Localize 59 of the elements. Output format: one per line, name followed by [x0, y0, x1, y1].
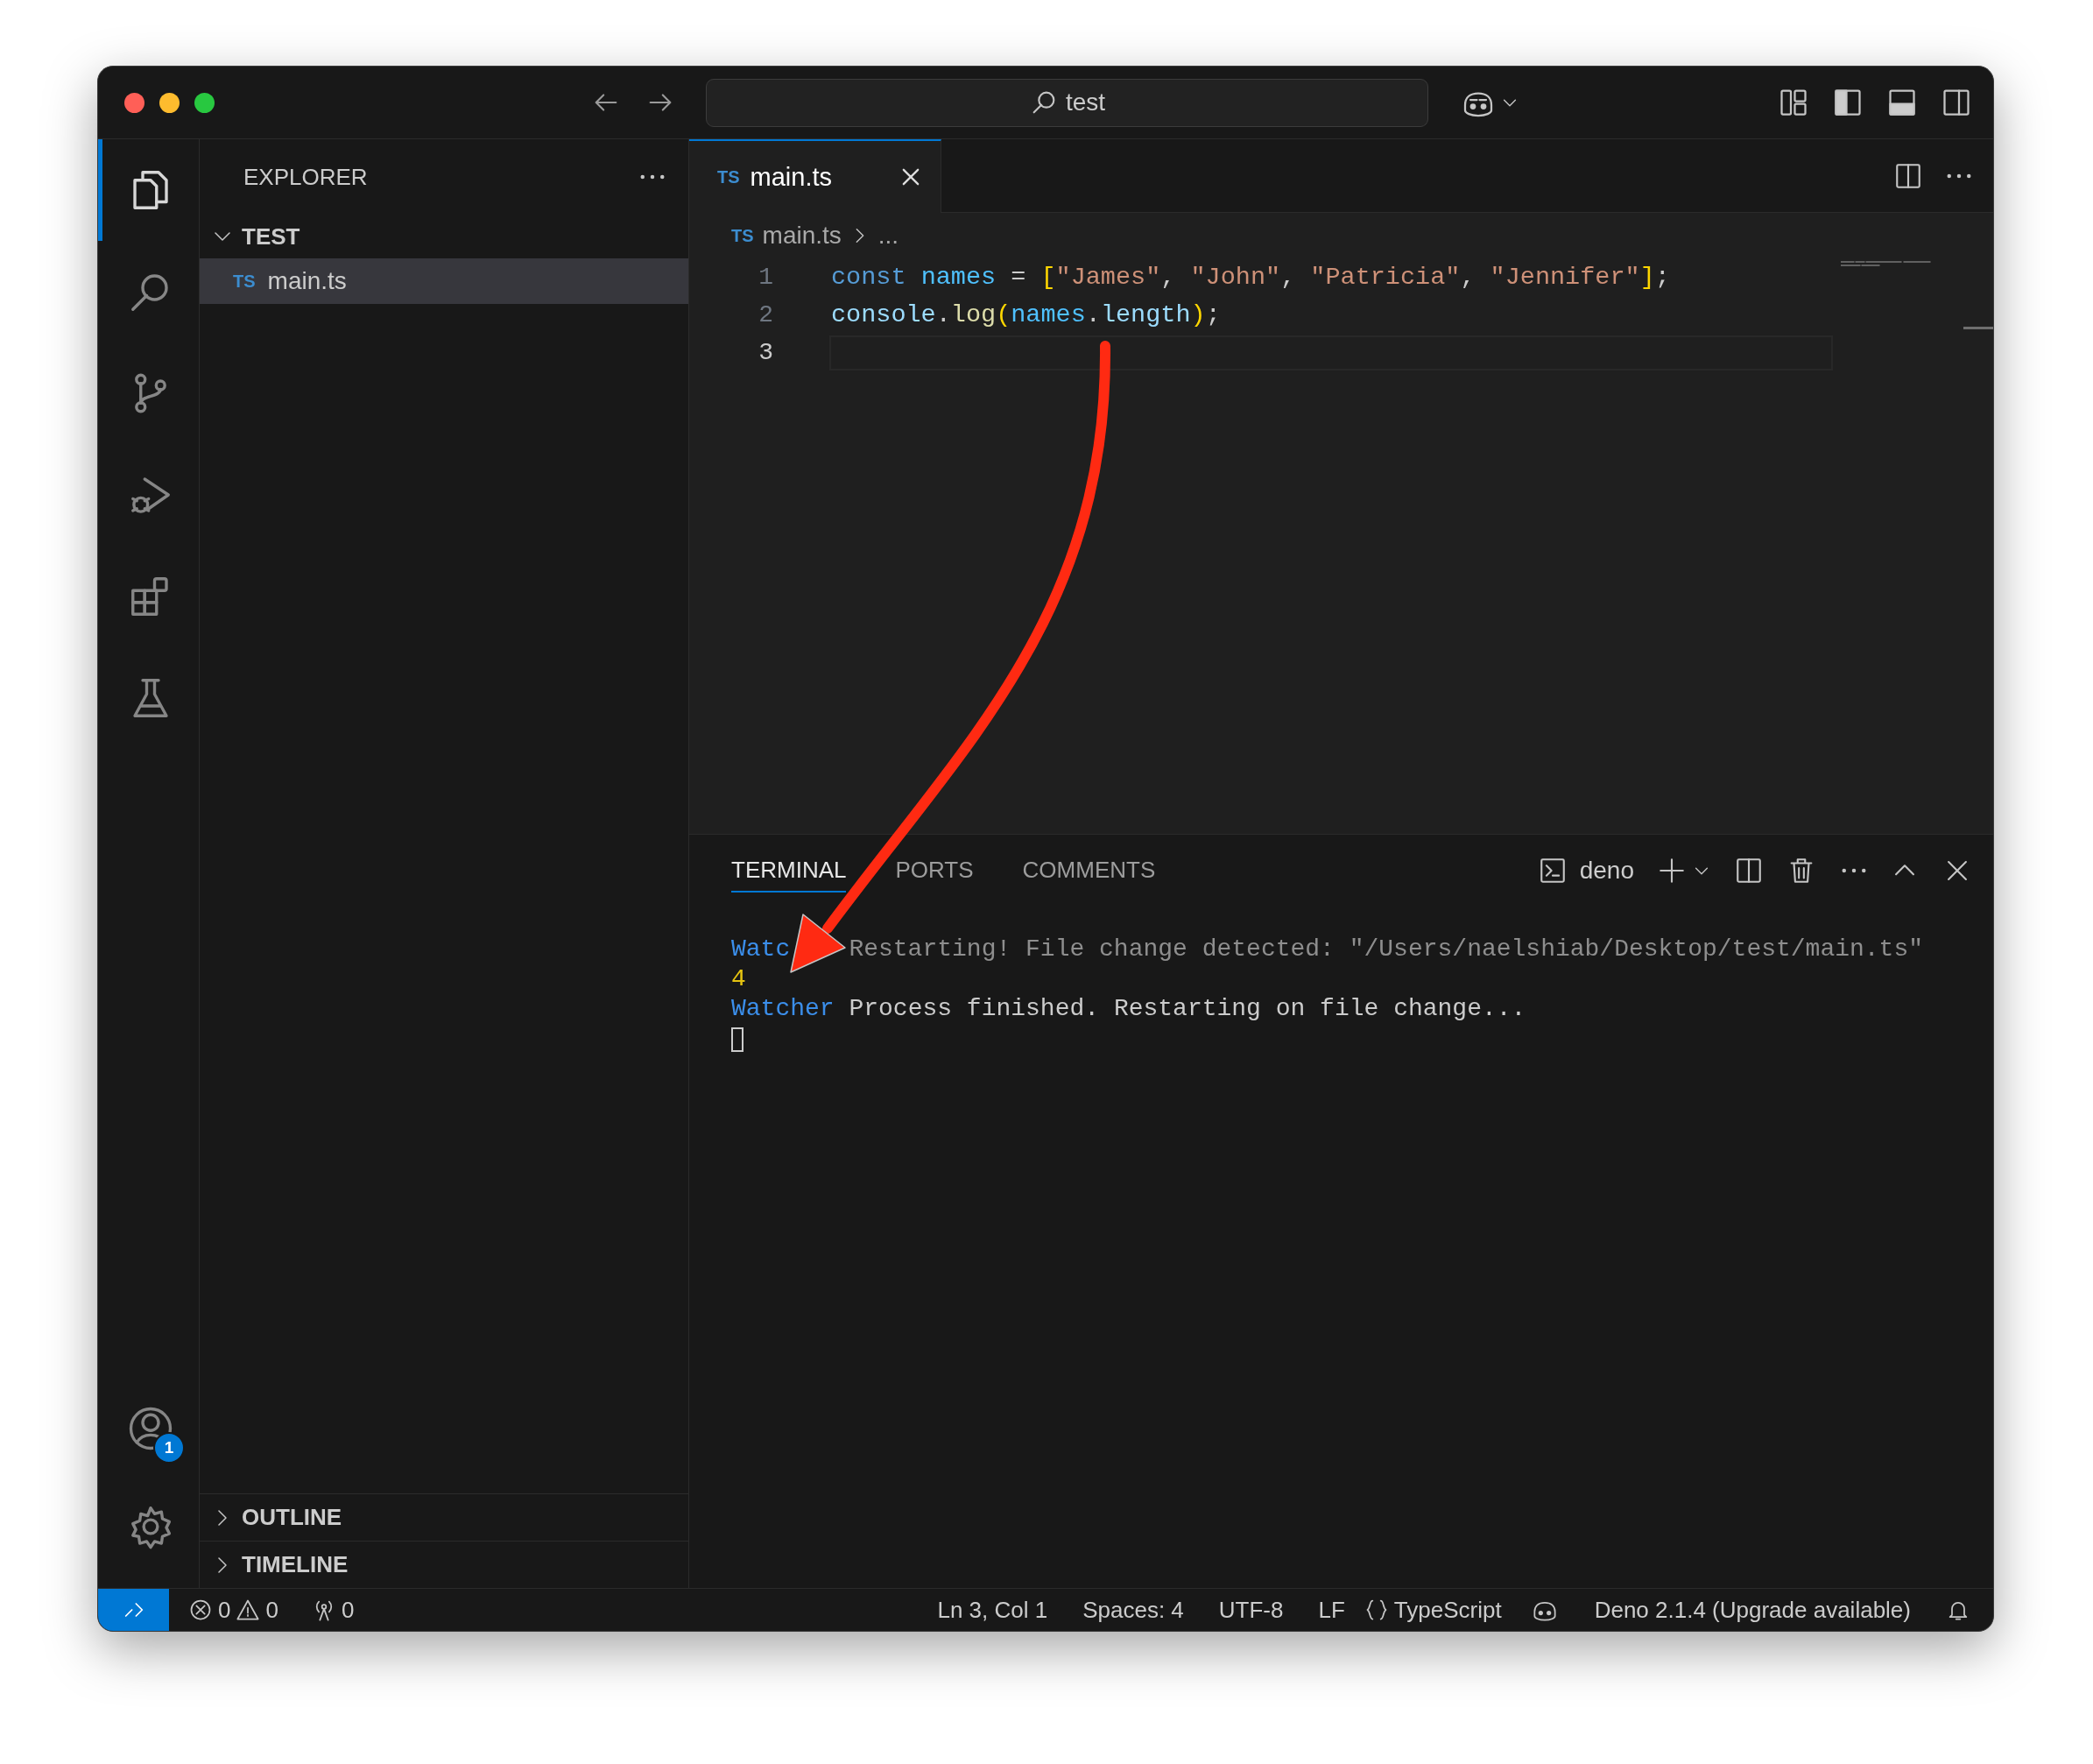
- status-item[interactable]: Spaces: 4: [1082, 1596, 1184, 1624]
- split-terminal-icon[interactable]: [1734, 856, 1764, 886]
- line-number: 1: [758, 264, 773, 291]
- file-item[interactable]: TS main.ts: [200, 258, 688, 304]
- folder-header[interactable]: TEST: [200, 215, 688, 258]
- typescript-file-icon: TS: [717, 166, 740, 187]
- status-item[interactable]: Ln 3, Col 1: [937, 1596, 1048, 1624]
- file-name: main.ts: [267, 267, 347, 295]
- more-actions-icon[interactable]: [639, 173, 666, 180]
- ports-status[interactable]: 0: [311, 1596, 355, 1624]
- terminal-cursor: [731, 1027, 743, 1052]
- section-title: OUTLINE: [242, 1504, 342, 1531]
- breadcrumb-item[interactable]: ...: [877, 222, 899, 250]
- language-mode[interactable]: TypeScript: [1364, 1596, 1502, 1624]
- more-actions-icon[interactable]: [1946, 172, 1972, 180]
- terminal-line: 4: [731, 964, 747, 994]
- minimize-window-button[interactable]: [159, 92, 180, 113]
- typescript-file-icon: TS: [233, 271, 256, 292]
- tab-label: main.ts: [750, 162, 834, 192]
- runtime-status[interactable]: Deno 2.1.4 (Upgrade available): [1594, 1596, 1911, 1624]
- toggle-sidebar-icon[interactable]: [1832, 87, 1864, 118]
- folder-name: TEST: [242, 222, 300, 250]
- overview-ruler-marker: [1963, 327, 1993, 329]
- status-item[interactable]: UTF-8: [1218, 1596, 1284, 1624]
- status-item[interactable]: LF: [1318, 1596, 1345, 1624]
- error-count: 0: [218, 1596, 231, 1624]
- panel-tab[interactable]: PORTS: [895, 849, 974, 893]
- line-number: 2: [758, 301, 773, 328]
- sidebar-section-header[interactable]: OUTLINE: [200, 1493, 688, 1541]
- terminal-line: Watcher Process finished. Restarting on file change...: [731, 994, 1527, 1024]
- language-name: TypeScript: [1393, 1596, 1502, 1624]
- code-line: console.log(names.length);: [831, 300, 1221, 329]
- more-actions-icon[interactable]: [1841, 867, 1867, 874]
- command-center-search[interactable]: test: [706, 78, 1428, 127]
- remote-button[interactable]: [98, 1589, 169, 1631]
- sidebar-section-header[interactable]: TIMELINE: [200, 1541, 688, 1588]
- close-window-button[interactable]: [124, 92, 144, 113]
- section-title: TIMELINE: [242, 1551, 349, 1578]
- line-number: 3: [758, 339, 773, 366]
- explorer-title: EXPLORER: [243, 163, 369, 191]
- toggle-panel-icon[interactable]: [1886, 87, 1918, 118]
- breadcrumb-item[interactable]: main.ts: [762, 222, 842, 250]
- problems-status[interactable]: 0 0: [188, 1596, 278, 1624]
- zoom-window-button[interactable]: [194, 92, 215, 113]
- panel-tab[interactable]: TERMINAL: [731, 849, 847, 893]
- layout-icon[interactable]: [1778, 87, 1809, 118]
- editor-tab[interactable]: TS main.ts: [689, 139, 941, 213]
- ports-count: 0: [341, 1596, 355, 1624]
- code-line: const names = ["James", "John", "Patricia", "Jennifer"];: [831, 263, 1670, 292]
- terminal-name[interactable]: deno: [1579, 857, 1634, 885]
- error-icon: [188, 1598, 213, 1622]
- warning-icon: [236, 1598, 261, 1622]
- toggle-secondary-sidebar-icon[interactable]: [1941, 87, 1972, 118]
- terminal-line: Watc Restarting! File change detected: "/Users/naelshiab/Desktop/test/main.ts": [731, 935, 1924, 964]
- warning-count: 0: [265, 1596, 278, 1624]
- panel-tab[interactable]: COMMENTS: [1022, 849, 1156, 893]
- typescript-file-icon: TS: [731, 225, 754, 246]
- notification-badge: 1: [153, 1432, 185, 1464]
- plus-icon[interactable]: [1657, 856, 1687, 886]
